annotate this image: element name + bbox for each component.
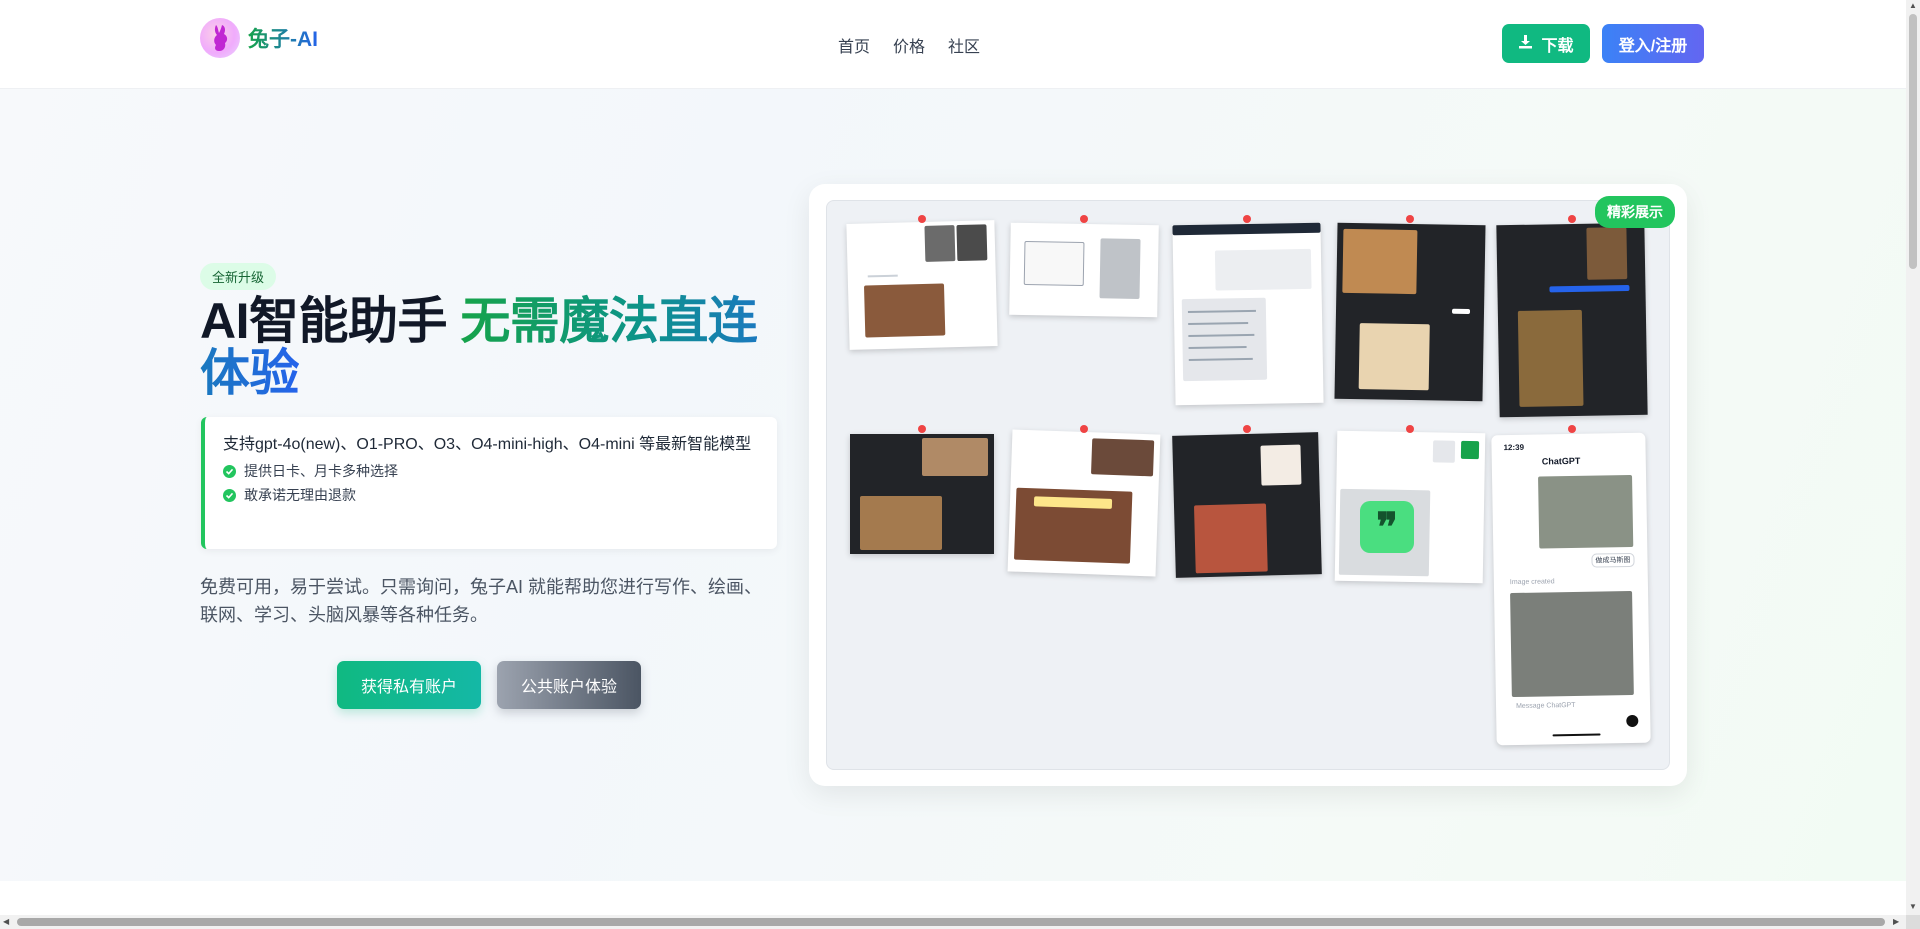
hero-title: AI智能助手 无需魔法直连体验 — [200, 295, 780, 399]
phone-caption: Image created — [1509, 578, 1555, 587]
scroll-down-icon[interactable]: ▼ — [1909, 902, 1917, 911]
showcase-image-sketch[interactable] — [1009, 222, 1159, 318]
phone-chip: 做成马斯图 — [1591, 552, 1635, 568]
scroll-right-icon[interactable]: ▶ — [1893, 917, 1899, 926]
hero-title-main: AI智能助手 — [200, 293, 461, 349]
download-icon — [1518, 34, 1533, 54]
showcase-tag: 精彩展示 — [1595, 196, 1675, 228]
pin-icon — [1568, 215, 1576, 223]
showcase-image-storefront[interactable] — [1007, 429, 1161, 577]
logo-text: 兔子-AI — [248, 23, 318, 53]
pin-icon — [1080, 215, 1088, 223]
upgrade-badge: 全新升级 — [200, 263, 277, 290]
phone-time: 12:39 — [1503, 442, 1525, 453]
horizontal-scrollbar[interactable]: ◀ ▶ — [0, 915, 1906, 929]
scroll-left-icon[interactable]: ◀ — [3, 917, 9, 926]
showcase-image-portraits[interactable] — [846, 220, 998, 350]
pin-icon — [1243, 215, 1251, 223]
pin-icon — [1406, 215, 1414, 223]
nav-community[interactable]: 社区 — [948, 33, 980, 57]
showcase-image-cartoon[interactable] — [1334, 222, 1486, 402]
nav-home[interactable]: 首页 — [838, 33, 870, 57]
public-account-trial-button[interactable]: 公共账户体验 — [497, 661, 641, 709]
site-header: 兔子-AI 首页 价格 社区 下载 登入/注册 — [0, 0, 1906, 89]
feature-box: 支持gpt-4o(new)、O1-PRO、O3、O4-mini-high、O4-… — [201, 417, 777, 549]
showcase-chatgpt-phone[interactable]: 12:39 ChatGPT 做成马斯图 Image created Messag… — [1491, 432, 1651, 746]
phone-app-title: ChatGPT — [1541, 455, 1581, 467]
pin-icon — [918, 425, 926, 433]
scrollbar-corner — [1906, 915, 1920, 929]
check-icon — [223, 464, 236, 478]
showcase-image-dining-room[interactable] — [850, 434, 994, 554]
login-register-button[interactable]: 登入/注册 — [1602, 24, 1704, 63]
quote-icon: ❞ — [1360, 501, 1414, 553]
check-icon — [223, 488, 236, 502]
hero-description: 免费可用，易于尝试。只需询问，兔子AI 就能帮助您进行写作、绘画、联网、学习、头… — [200, 577, 763, 625]
feature-item: 敢承诺无理由退款 — [223, 485, 759, 505]
vertical-scroll-thumb[interactable] — [1909, 14, 1917, 269]
nav-pricing[interactable]: 价格 — [893, 33, 925, 57]
phone-input: Message ChatGPT — [1515, 701, 1576, 710]
logo[interactable]: 兔子-AI — [200, 18, 318, 58]
feature-item-label: 提供日卡、月卡多种选择 — [244, 463, 398, 479]
horizontal-scroll-thumb[interactable] — [17, 918, 1885, 926]
vertical-scrollbar[interactable]: ▲ ▼ — [1906, 0, 1920, 915]
rabbit-logo-icon — [200, 18, 240, 58]
showcase-image-winter-house[interactable] — [1172, 432, 1322, 578]
get-private-account-button[interactable]: 获得私有账户 — [337, 661, 481, 709]
pin-icon — [1243, 425, 1251, 433]
showcase-image-comic[interactable] — [1496, 222, 1648, 418]
pin-icon — [1406, 425, 1414, 433]
supported-models-text: 支持gpt-4o(new)、O1-PRO、O3、O4-mini-high、O4-… — [223, 436, 752, 453]
download-label: 下载 — [1541, 37, 1574, 55]
showcase-image-handwriting-chat[interactable] — [1172, 222, 1324, 406]
download-button[interactable]: 下载 — [1502, 24, 1590, 63]
pin-icon — [918, 215, 926, 223]
pin-icon — [1080, 425, 1088, 433]
pin-icon — [1568, 425, 1576, 433]
main-nav: 首页 价格 社区 — [838, 33, 980, 57]
scroll-up-icon[interactable]: ▲ — [1909, 1, 1917, 10]
feature-item: 提供日卡、月卡多种选择 — [223, 461, 759, 481]
feature-item-label: 敢承诺无理由退款 — [244, 487, 356, 503]
